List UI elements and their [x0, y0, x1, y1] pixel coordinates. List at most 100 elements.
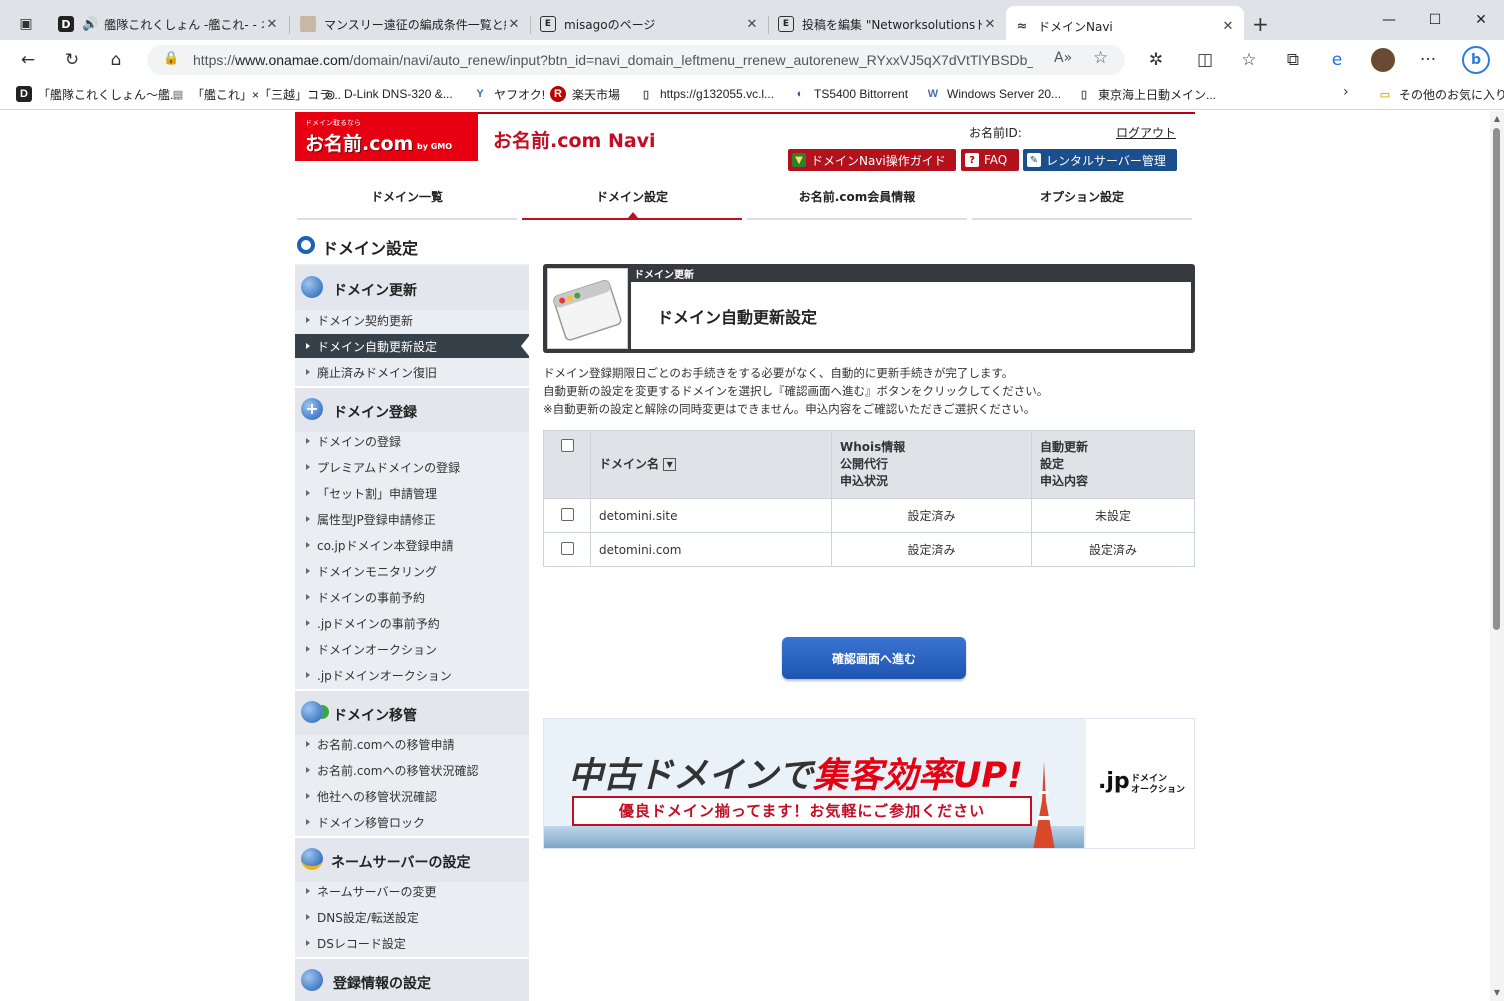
- more-icon[interactable]: ···: [1412, 44, 1444, 76]
- page-title: ドメイン設定: [322, 239, 419, 258]
- fish-icon: ≈: [1016, 18, 1028, 34]
- browser-tab-2[interactable]: マンスリー遠征の編成条件一覧と編 ✕: [292, 8, 530, 40]
- bing-icon[interactable]: b: [1462, 46, 1490, 74]
- nav-domain-list[interactable]: ドメイン一覧: [297, 188, 517, 210]
- renew-icon: [301, 276, 323, 298]
- domain-header[interactable]: ドメイン名 ▼: [590, 430, 832, 499]
- favorite-link[interactable]: R 楽天市場: [550, 84, 620, 104]
- close-tab-icon[interactable]: ✕: [264, 17, 280, 32]
- faq-button[interactable]: ? FAQ: [961, 149, 1019, 171]
- scroll-down-icon[interactable]: ▼: [1492, 988, 1502, 998]
- favorite-link[interactable]: D 「艦隊これくしょん〜艦...: [16, 84, 180, 104]
- close-tab-icon[interactable]: ✕: [1220, 19, 1236, 34]
- jp-logo-sub: ドメイン オークション: [1131, 774, 1185, 796]
- jp-logo-line: ドメイン: [1131, 774, 1168, 784]
- close-tab-icon[interactable]: ✕: [744, 17, 760, 32]
- browser-tab-1[interactable]: D 🔊 艦隊これくしょん -艦これ- - オン ✕: [50, 8, 288, 40]
- sidebar-item[interactable]: ドメインの事前予約: [295, 585, 529, 609]
- tab-title: misagoのページ: [564, 17, 656, 32]
- onamae-logo[interactable]: ドメイン取るなら お名前.com by GMO: [295, 112, 478, 161]
- sidebar-item[interactable]: 「セット割」申請管理: [295, 481, 529, 505]
- maximize-icon[interactable]: ☐: [1412, 6, 1458, 34]
- favorite-link[interactable]: ▯ 東京海上日動メイン...: [1076, 84, 1216, 104]
- sidebar-item[interactable]: お名前.comへの移管申請: [295, 732, 529, 756]
- sidebar-group-title: 登録情報の設定: [333, 976, 431, 992]
- collections-icon[interactable]: ⧉: [1277, 44, 1309, 76]
- scrollbar-thumb[interactable]: [1493, 128, 1500, 630]
- page-icon: [300, 16, 316, 32]
- row-checkbox[interactable]: [560, 541, 574, 555]
- jp-logo: .jp: [1098, 769, 1130, 794]
- nav-member-info[interactable]: お名前.com会員情報: [747, 188, 967, 210]
- refresh-icon[interactable]: ↻: [56, 44, 88, 76]
- banner-subline: 優良ドメイン揃ってます！お気軽にご参加ください: [572, 796, 1032, 826]
- ie-mode-icon[interactable]: e: [1321, 44, 1353, 76]
- sidebar-item[interactable]: co.jpドメイン本登録申請: [295, 533, 529, 557]
- tab-actions-icon[interactable]: ▣: [10, 8, 42, 40]
- scroll-up-icon[interactable]: ▲: [1492, 114, 1502, 124]
- home-icon[interactable]: ⌂: [100, 44, 132, 76]
- speaker-icon[interactable]: 🔊: [82, 17, 98, 32]
- row-checkbox[interactable]: [560, 507, 574, 521]
- close-window-icon[interactable]: ✕: [1458, 6, 1504, 34]
- page-icon: ▤: [172, 88, 184, 101]
- sidebar-item[interactable]: ドメインモニタリング: [295, 559, 529, 583]
- chevron-right-icon[interactable]: ›: [1343, 84, 1349, 100]
- sidebar-item[interactable]: DNS設定/転送設定: [295, 905, 529, 929]
- logo-text: お名前.com: [305, 133, 414, 155]
- extensions-icon[interactable]: ✲: [1140, 44, 1172, 76]
- sidebar-item[interactable]: お名前.comへの移管状況確認: [295, 758, 529, 782]
- minimize-icon[interactable]: —: [1366, 6, 1412, 34]
- title-bullet-icon: [297, 236, 315, 254]
- panel-category: ドメイン更新: [634, 270, 694, 281]
- nav-domain-settings[interactable]: ドメイン設定: [522, 188, 742, 210]
- sort-icon[interactable]: ▼: [663, 458, 677, 471]
- close-tab-icon[interactable]: ✕: [506, 17, 522, 32]
- guide-button[interactable]: ▼ ドメインNavi操作ガイド: [788, 149, 956, 171]
- sidebar-item[interactable]: プレミアムドメインの登録: [295, 455, 529, 479]
- e-icon: E: [778, 16, 794, 32]
- favorite-link[interactable]: Y ヤフオク!: [472, 84, 545, 104]
- favorites-icon[interactable]: ☆: [1233, 44, 1265, 76]
- sidebar-item[interactable]: ドメインの登録: [295, 429, 529, 453]
- lock-icon[interactable]: 🔒: [163, 51, 179, 66]
- sidebar-item[interactable]: 他社への移管状況確認: [295, 784, 529, 808]
- domain-name-cell: detomini.site: [590, 498, 832, 533]
- favorite-link[interactable]: ◐ TS5400 Bittorrent: [792, 84, 908, 104]
- confirm-button[interactable]: 確認画面へ進む: [782, 637, 966, 679]
- sidebar-item[interactable]: .jpドメインオークション: [295, 663, 529, 687]
- header-line: Whois情報: [840, 440, 906, 454]
- other-favorites[interactable]: ▭ その他のお気に入り: [1377, 84, 1504, 104]
- sidebar-item[interactable]: DSレコード設定: [295, 931, 529, 955]
- page-icon: ▯: [1080, 88, 1088, 101]
- header-line: 設定: [1040, 457, 1065, 471]
- back-icon[interactable]: ←: [12, 44, 44, 76]
- select-all-checkbox[interactable]: [560, 439, 574, 452]
- favorite-link[interactable]: W Windows Server 20...: [925, 84, 1061, 104]
- logout-link[interactable]: ログアウト: [1116, 124, 1176, 141]
- sidebar-item[interactable]: .jpドメインの事前予約: [295, 611, 529, 635]
- favorite-link[interactable]: ◎ D-Link DNS-320 &...: [322, 84, 453, 104]
- nav-option-settings[interactable]: オプション設定: [972, 188, 1192, 210]
- sidebar-item-auto-renew[interactable]: ドメイン自動更新設定: [295, 334, 529, 358]
- sidebar-item[interactable]: 属性型JP登録申請修正: [295, 507, 529, 531]
- sidebar-item-contract-renew[interactable]: ドメイン契約更新: [295, 308, 529, 332]
- e-icon: E: [540, 16, 556, 32]
- favorite-star-icon[interactable]: ☆: [1093, 48, 1108, 68]
- auction-banner[interactable]: 中古ドメインで集客効率UP! 優良ドメイン揃ってます！お気軽にご参加ください .…: [543, 718, 1195, 849]
- read-aloud-icon[interactable]: A»: [1054, 50, 1072, 66]
- sidebar-item[interactable]: ネームサーバーの変更: [295, 879, 529, 903]
- favorite-link[interactable]: ▯ https://g132055.vc.l...: [638, 84, 774, 104]
- browser-tab-3[interactable]: E misagoのページ ✕: [532, 8, 768, 40]
- split-screen-icon[interactable]: ◫: [1189, 44, 1221, 76]
- avatar[interactable]: [1371, 48, 1395, 72]
- new-tab-button[interactable]: +: [1252, 12, 1269, 36]
- url-text[interactable]: https://www.onamae.com/domain/navi/auto_…: [193, 52, 1033, 68]
- close-tab-icon[interactable]: ✕: [982, 17, 998, 32]
- sidebar-item[interactable]: ドメインオークション: [295, 637, 529, 661]
- favorite-link[interactable]: ▤ 「艦これ」×「三越」コラ...: [170, 84, 341, 104]
- sidebar-item-restore[interactable]: 廃止済みドメイン復旧: [295, 360, 529, 384]
- sidebar-item[interactable]: ドメイン移管ロック: [295, 810, 529, 834]
- rental-server-button[interactable]: ✎ レンタルサーバー管理: [1023, 149, 1177, 171]
- browser-tab-4[interactable]: E 投稿を編集 "Networksolutionsドメ ✕: [770, 8, 1006, 40]
